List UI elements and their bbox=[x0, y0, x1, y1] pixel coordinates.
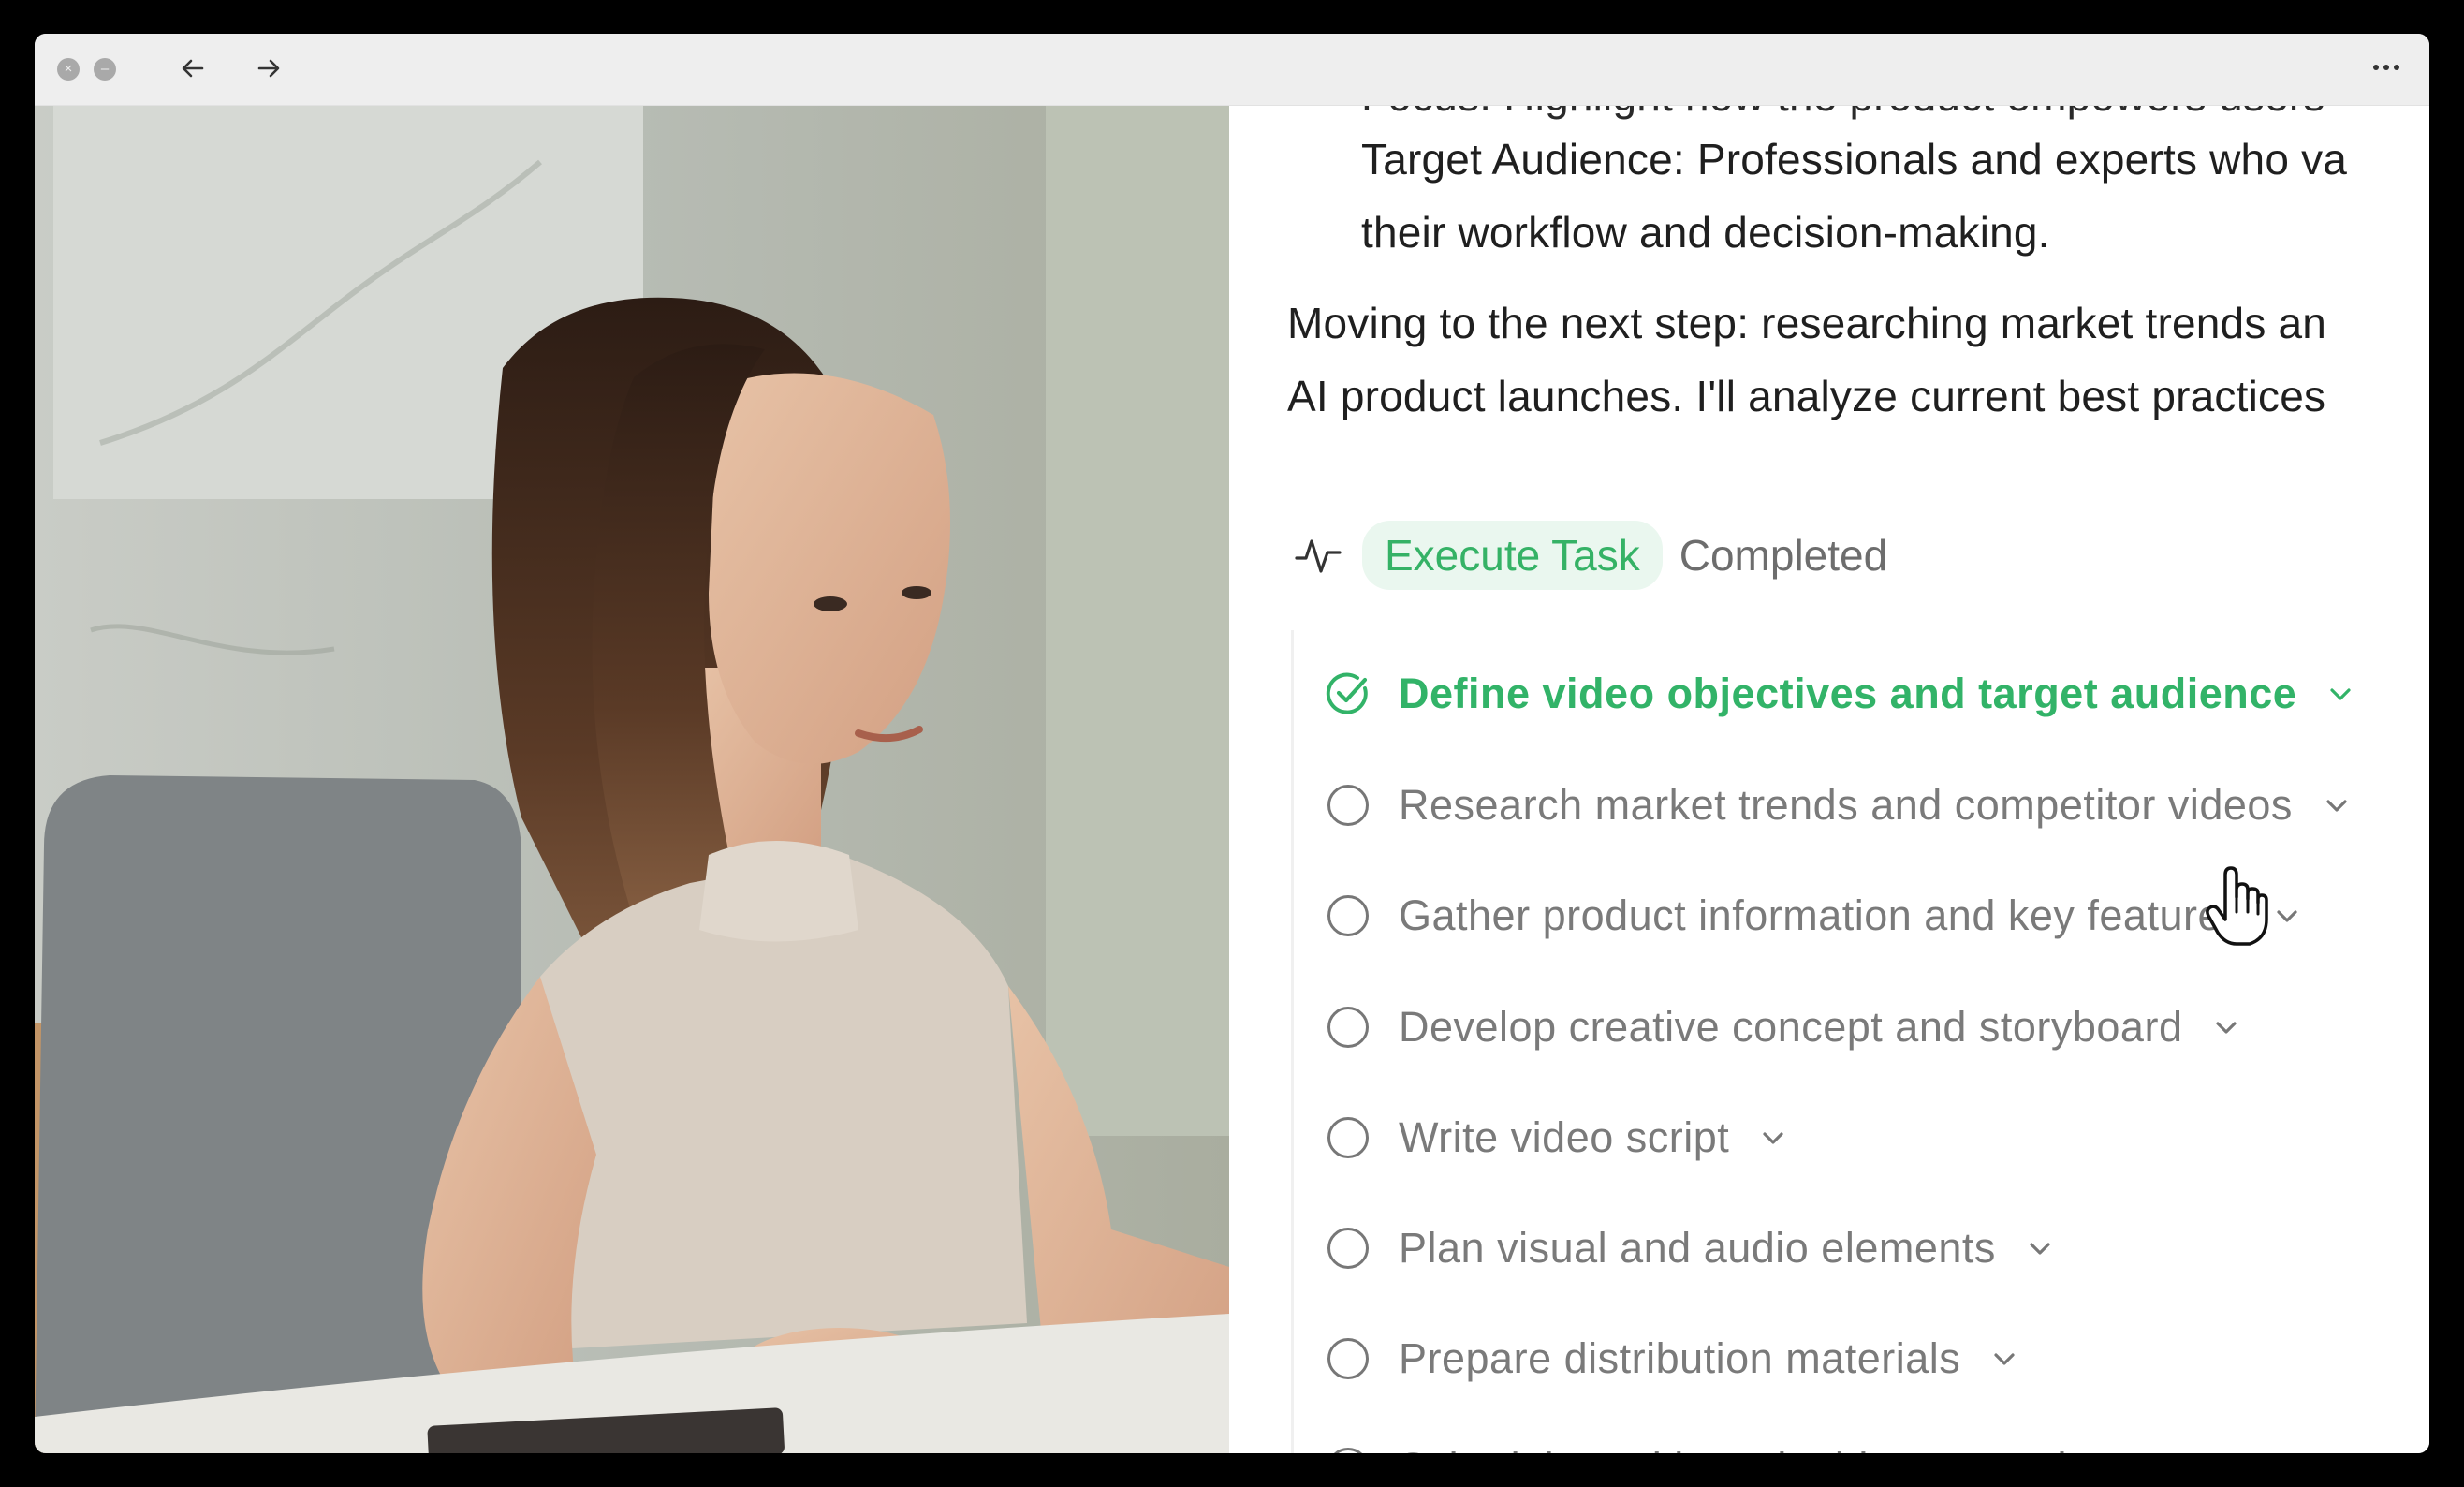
chevron-down-icon[interactable] bbox=[2325, 678, 2356, 710]
chevron-down-icon[interactable] bbox=[2143, 1452, 2175, 1453]
title-bar: × – bbox=[35, 34, 2429, 106]
task-item-write-script[interactable]: Write video script bbox=[1294, 1100, 1789, 1175]
task-label: Prepare distribution materials bbox=[1399, 1334, 1961, 1382]
task-label: Schedule and launch video campaign bbox=[1399, 1444, 2115, 1453]
chevron-down-icon[interactable] bbox=[1757, 1122, 1789, 1154]
empty-circle-icon bbox=[1327, 1228, 1369, 1269]
task-list: Define video objectives and target audie… bbox=[1291, 630, 2429, 1453]
check-circle-icon bbox=[1326, 672, 1368, 714]
task-item-gather-product-info[interactable]: Gather product information and key featu… bbox=[1294, 878, 2303, 953]
task-item-creative-concept[interactable]: Develop creative concept and storyboard bbox=[1294, 990, 2242, 1065]
chevron-down-icon[interactable] bbox=[1988, 1343, 2020, 1375]
task-item-define-objectives[interactable]: Define video objectives and target audie… bbox=[1294, 656, 2356, 731]
hand-pointer-cursor-icon bbox=[2206, 866, 2268, 946]
task-item-schedule-launch[interactable]: Schedule and launch video campaign bbox=[1294, 1431, 2175, 1453]
minimize-icon: – bbox=[100, 61, 110, 77]
empty-circle-icon bbox=[1327, 785, 1369, 826]
empty-circle-icon bbox=[1327, 895, 1369, 936]
task-label: Define video objectives and target audie… bbox=[1399, 670, 2297, 717]
more-dots-icon[interactable] bbox=[2368, 56, 2405, 79]
task-label: Gather product information and key featu… bbox=[1399, 891, 2243, 939]
close-icon: × bbox=[64, 61, 73, 77]
task-item-research-trends[interactable]: Research market trends and competitor vi… bbox=[1294, 768, 2353, 843]
presenter-video-frame bbox=[35, 106, 1229, 1453]
browser-window: × – Target Audience: Professionals and e… bbox=[35, 34, 2429, 1453]
task-item-distribution-materials[interactable]: Prepare distribution materials bbox=[1294, 1321, 2020, 1396]
execute-status-text: Completed bbox=[1679, 531, 1888, 580]
chevron-down-icon[interactable] bbox=[2271, 900, 2303, 932]
task-label: Write video script bbox=[1399, 1113, 1730, 1161]
activity-pulse-icon bbox=[1295, 539, 1342, 573]
task-label: Research market trends and competitor vi… bbox=[1399, 781, 2293, 829]
agent-output-panel: Focus: Highlight how the product empower… bbox=[1229, 106, 2429, 1453]
close-button[interactable]: × bbox=[57, 58, 80, 81]
woman-at-desk-photo bbox=[35, 106, 1229, 1453]
partial-focus-line: Focus: Highlight how the product empower… bbox=[1361, 106, 2325, 121]
task-label: Develop creative concept and storyboard bbox=[1399, 1003, 2183, 1051]
next-step-line-1: Moving to the next step: researching mar… bbox=[1287, 299, 2327, 347]
chevron-down-icon[interactable] bbox=[2024, 1232, 2056, 1264]
execute-task-row: Execute Task Completed bbox=[1293, 518, 1887, 593]
arrow-left-icon[interactable] bbox=[177, 52, 209, 84]
next-step-line-2: AI product launches. I'll analyze curren… bbox=[1287, 372, 2326, 420]
target-audience-line-1: Target Audience: Professionals and exper… bbox=[1361, 135, 2348, 184]
empty-circle-icon bbox=[1327, 1448, 1369, 1453]
task-label: Plan visual and audio elements bbox=[1399, 1224, 1996, 1272]
empty-circle-icon bbox=[1327, 1007, 1369, 1048]
minimize-button[interactable]: – bbox=[94, 58, 116, 81]
target-audience-line-2: their workflow and decision-making. bbox=[1361, 208, 2050, 257]
task-item-plan-visual-audio[interactable]: Plan visual and audio elements bbox=[1294, 1211, 2056, 1286]
empty-circle-icon bbox=[1327, 1338, 1369, 1379]
chevron-down-icon[interactable] bbox=[2210, 1011, 2242, 1043]
chevron-down-icon[interactable] bbox=[2321, 789, 2353, 821]
arrow-right-icon[interactable] bbox=[253, 52, 285, 84]
empty-circle-icon bbox=[1327, 1117, 1369, 1158]
execute-task-badge[interactable]: Execute Task bbox=[1362, 521, 1663, 590]
